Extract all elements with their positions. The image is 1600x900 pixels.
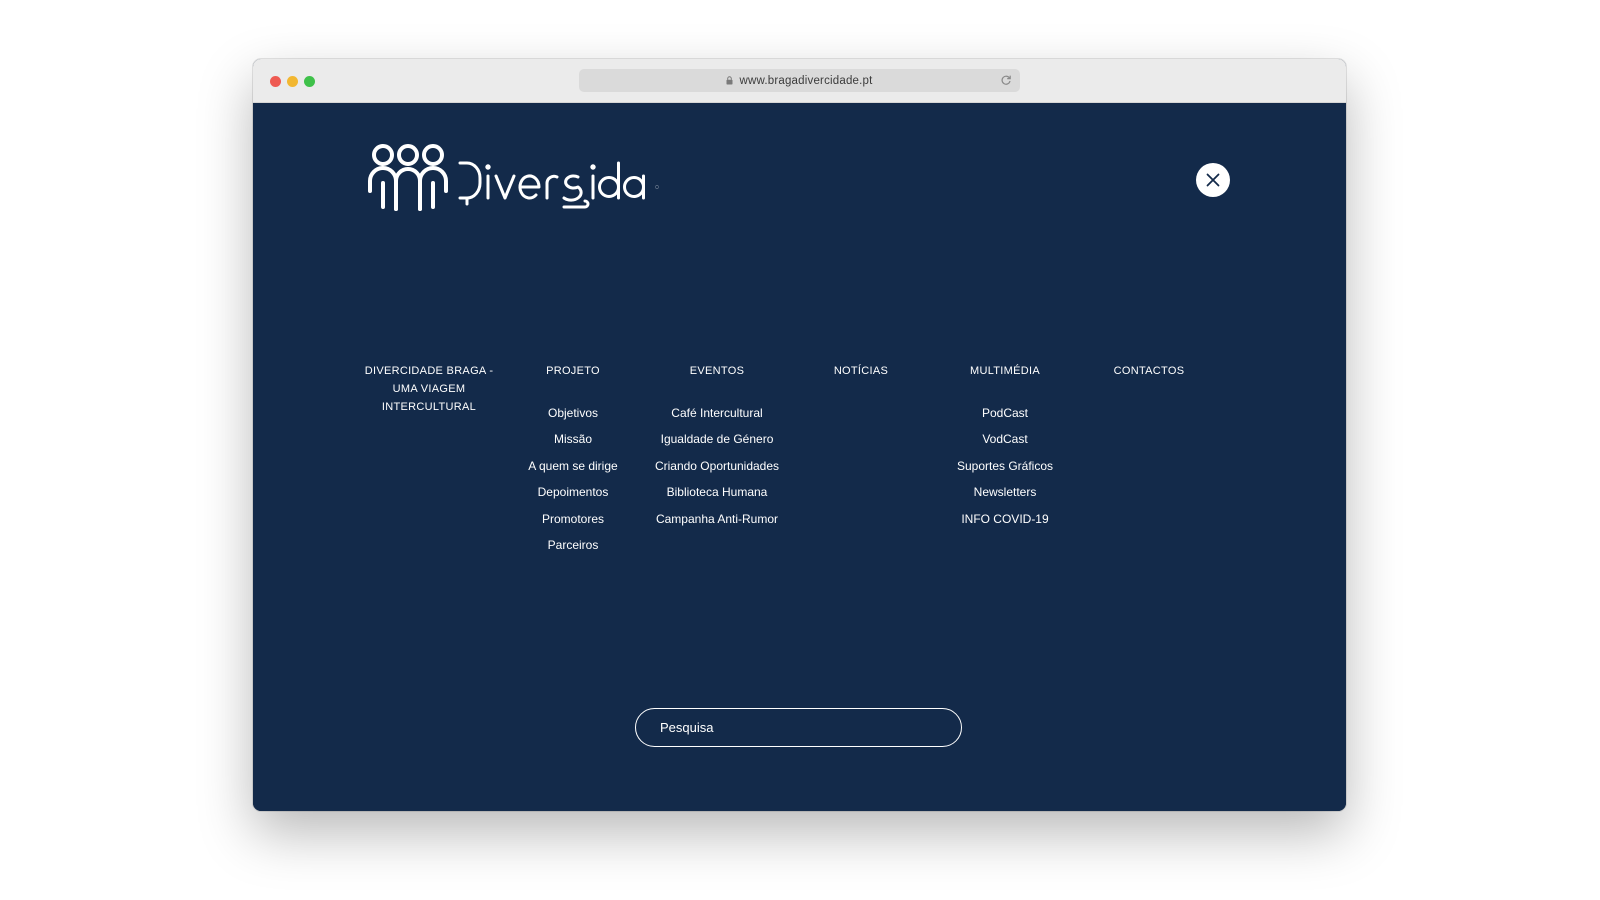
people-icon [368, 144, 448, 211]
menu-item-depoimentos[interactable]: Depoimentos [501, 479, 645, 505]
menu-heading-contactos[interactable]: CONTACTOS [1077, 362, 1221, 380]
menu-heading-divercidade[interactable]: DIVERCIDADE BRAGA - UMA VIAGEM INTERCULT… [357, 362, 501, 416]
lock-icon [726, 76, 733, 85]
minimize-window-button[interactable] [287, 76, 298, 87]
logo-wordmark: Divercidade [457, 157, 663, 218]
menu-item-vodcast[interactable]: VodCast [933, 426, 1077, 452]
menu-item-criando-oportunidades[interactable]: Criando Oportunidades [645, 453, 789, 479]
browser-toolbar: www.bragadivercidade.pt [253, 59, 1346, 103]
reload-icon[interactable] [1000, 74, 1012, 86]
menu-item-promotores[interactable]: Promotores [501, 506, 645, 532]
menu-heading-multimedia[interactable]: MULTIMÉDIA [933, 362, 1077, 380]
menu-item-campanha-anti-rumor[interactable]: Campanha Anti-Rumor [645, 506, 789, 532]
submenu-projeto: Objetivos Missão A quem se dirige Depoim… [501, 400, 645, 558]
menu-item-suportes-graficos[interactable]: Suportes Gráficos [933, 453, 1077, 479]
menu-item-biblioteca-humana[interactable]: Biblioteca Humana [645, 479, 789, 505]
menu-item-parceiros[interactable]: Parceiros [501, 532, 645, 558]
search-input[interactable] [635, 708, 962, 747]
close-window-button[interactable] [270, 76, 281, 87]
menu-item-missao[interactable]: Missão [501, 426, 645, 452]
address-bar[interactable]: www.bragadivercidade.pt [579, 69, 1020, 92]
menu-heading-noticias[interactable]: NOTÍCIAS [789, 362, 933, 380]
browser-window: www.bragadivercidade.pt DIVERCIDADE BRAG… [253, 59, 1346, 811]
logo-text: Divercidade [663, 157, 664, 158]
menu-item-igualdade-de-genero[interactable]: Igualdade de Género [645, 426, 789, 452]
menu-item-info-covid-19[interactable]: INFO COVID-19 [933, 506, 1077, 532]
maximize-window-button[interactable] [304, 76, 315, 87]
menu-column-eventos: EVENTOS Café Intercultural Igualdade de … [645, 362, 789, 532]
menu-item-podcast[interactable]: PodCast [933, 400, 1077, 426]
menu-column-contactos: CONTACTOS [1077, 362, 1221, 380]
main-menu: DIVERCIDADE BRAGA - UMA VIAGEM INTERCULT… [357, 362, 1221, 572]
menu-item-cafe-intercultural[interactable]: Café Intercultural [645, 400, 789, 426]
site-logo[interactable]: Divercidade [367, 143, 667, 219]
menu-overlay: Divercidade DIVERCIDADE BRAGA - UMA VIAG… [253, 103, 1346, 811]
menu-heading-eventos[interactable]: EVENTOS [645, 362, 789, 380]
close-menu-button[interactable] [1196, 163, 1230, 197]
submenu-eventos: Café Intercultural Igualdade de Género C… [645, 400, 789, 532]
close-icon [1206, 173, 1220, 187]
menu-column-multimedia: MULTIMÉDIA PodCast VodCast Suportes Gráf… [933, 362, 1077, 532]
menu-heading-projeto[interactable]: PROJETO [501, 362, 645, 380]
menu-item-newsletters[interactable]: Newsletters [933, 479, 1077, 505]
menu-column-projeto: PROJETO Objetivos Missão A quem se dirig… [501, 362, 645, 558]
submenu-multimedia: PodCast VodCast Suportes Gráficos Newsle… [933, 400, 1077, 532]
menu-item-objetivos[interactable]: Objetivos [501, 400, 645, 426]
url-text: www.bragadivercidade.pt [739, 74, 873, 87]
menu-column-noticias: NOTÍCIAS [789, 362, 933, 380]
menu-column-divercidade: DIVERCIDADE BRAGA - UMA VIAGEM INTERCULT… [357, 362, 501, 416]
menu-item-a-quem-se-dirige[interactable]: A quem se dirige [501, 453, 645, 479]
